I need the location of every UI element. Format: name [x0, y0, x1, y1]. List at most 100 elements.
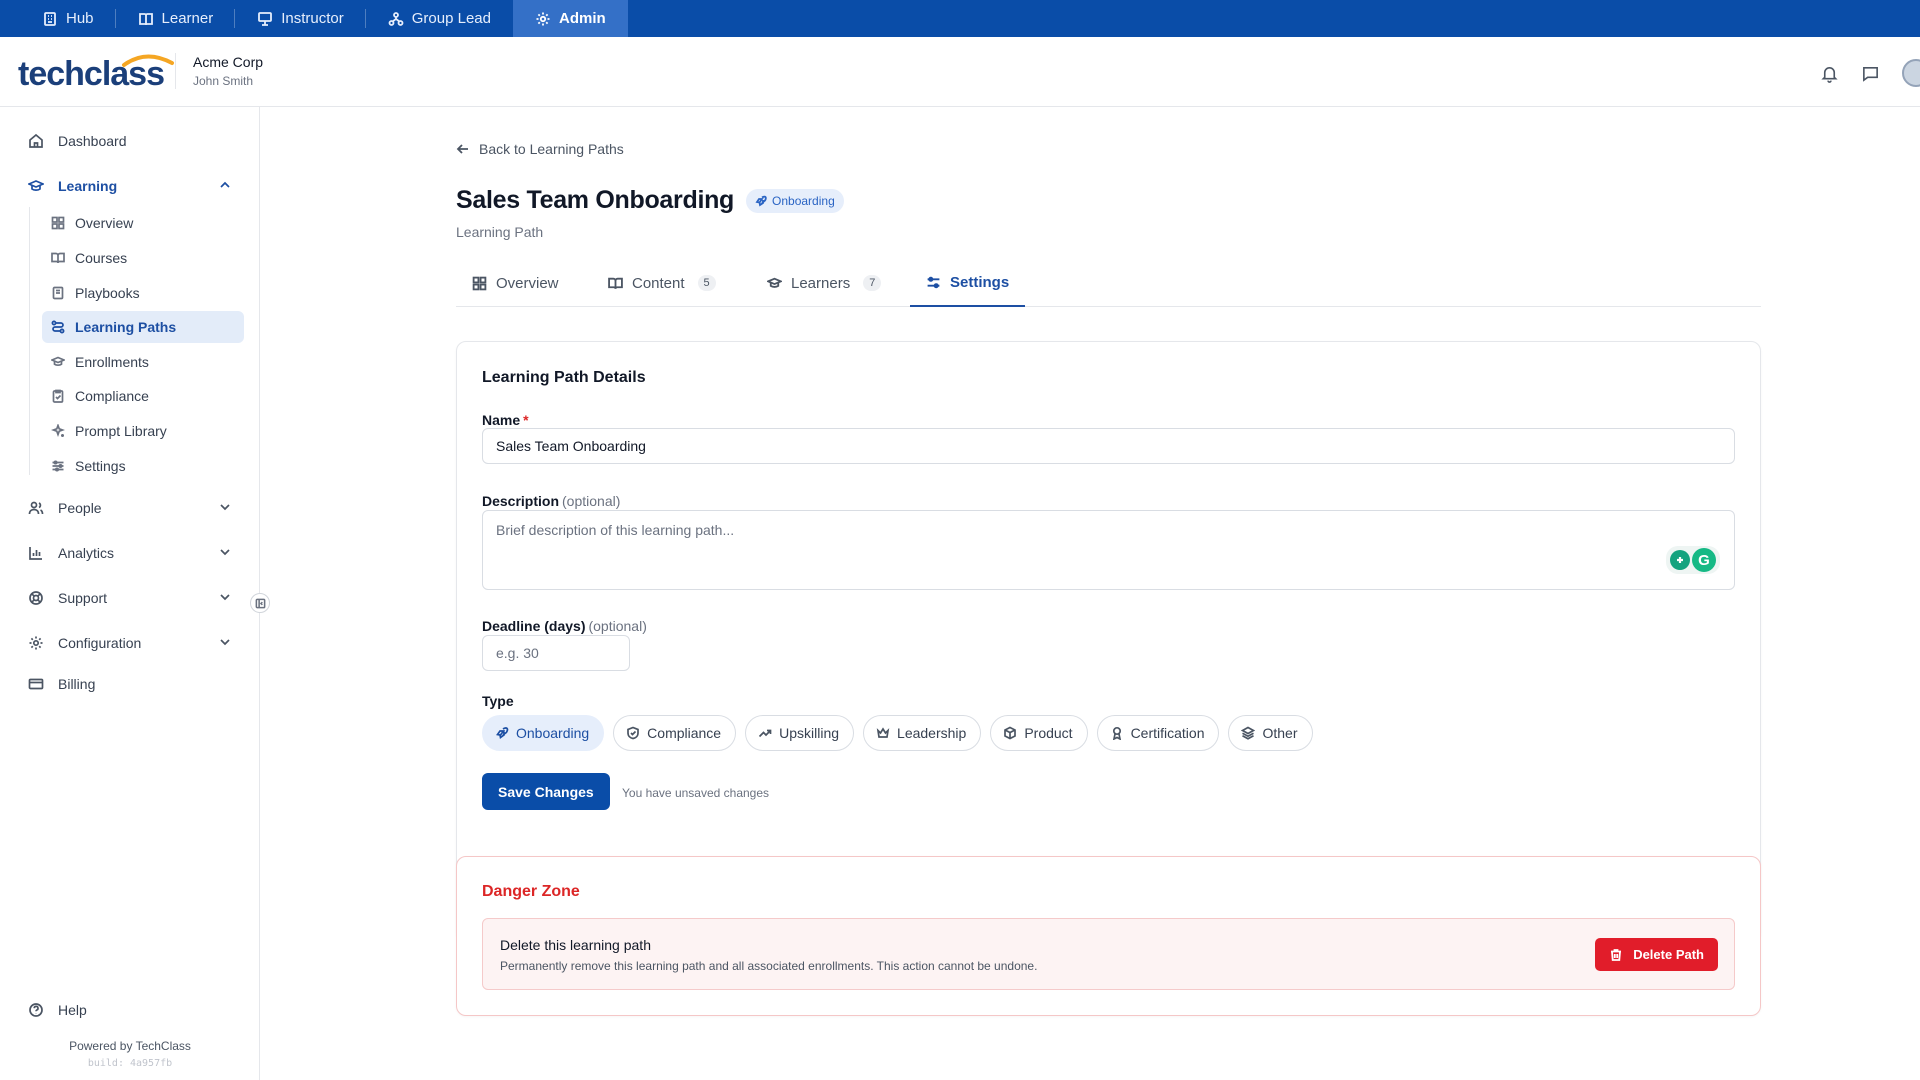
sidebar-item-label: Billing	[58, 676, 96, 692]
header-actions	[1820, 59, 1920, 87]
sidebar-subitem-courses[interactable]: Courses	[42, 242, 244, 274]
ai-suggest-icon[interactable]	[1670, 550, 1690, 570]
role-instructor[interactable]: Instructor	[235, 0, 366, 37]
tab-learners[interactable]: Learners 7	[751, 259, 897, 307]
role-group-lead-label: Group Lead	[411, 10, 491, 27]
sidebar-item-people[interactable]: People	[20, 492, 244, 524]
submenu-guide-line	[29, 207, 30, 475]
danger-zone-card: Danger Zone Delete this learning path Pe…	[456, 856, 1761, 1016]
chevron-up-icon	[220, 181, 230, 188]
sparkles-icon	[51, 424, 65, 437]
sidebar-subitem-compliance[interactable]: Compliance	[42, 380, 244, 412]
deadline-input[interactable]	[482, 635, 630, 671]
role-group-lead[interactable]: Group Lead	[366, 0, 513, 37]
type-chip-upskilling[interactable]: Upskilling	[745, 715, 855, 751]
sidebar-item-label: Configuration	[58, 635, 142, 651]
help-label: Help	[58, 1002, 87, 1018]
building-icon	[44, 11, 56, 26]
sidebar-subitem-label: Courses	[75, 250, 128, 266]
tab-content[interactable]: Content 5	[592, 259, 732, 307]
sidebar-subitem-enrollments[interactable]: Enrollments	[42, 346, 244, 378]
tab-label: Overview	[496, 274, 559, 292]
layers-icon	[1241, 726, 1256, 740]
type-chip-label: Leadership	[897, 725, 967, 741]
message-icon[interactable]	[1861, 64, 1880, 83]
sidebar-subitem-learning-paths[interactable]: Learning Paths	[42, 311, 244, 343]
settings-gear-icon	[29, 636, 43, 650]
type-chip-onboarding[interactable]: Onboarding	[482, 715, 605, 751]
help-circle-icon	[29, 1003, 43, 1017]
sidebar-item-label: People	[58, 500, 102, 516]
sidebar-subitem-prompt-library[interactable]: Prompt Library	[42, 415, 244, 447]
credit-card-icon	[28, 678, 44, 690]
bell-icon[interactable]	[1820, 64, 1839, 83]
delete-heading: Delete this learning path	[500, 937, 651, 953]
sidebar-subitem-label: Enrollments	[75, 354, 149, 370]
book-open-icon	[608, 277, 623, 289]
type-chip-label: Certification	[1130, 725, 1205, 741]
role-admin[interactable]: Admin	[513, 0, 628, 37]
role-learner[interactable]: Learner	[116, 0, 236, 37]
tab-count-badge: 5	[697, 275, 716, 291]
sidebar-collapse-button[interactable]	[250, 593, 270, 613]
back-link[interactable]: Back to Learning Paths	[456, 141, 624, 157]
role-hub[interactable]: Hub	[20, 0, 116, 37]
tab-label: Content	[632, 274, 685, 292]
page-subtitle: Learning Path	[456, 224, 544, 240]
type-chip-product[interactable]: Product	[990, 715, 1088, 751]
type-chip-label: Product	[1024, 725, 1073, 741]
sidebar-item-configuration[interactable]: Configuration	[20, 627, 244, 659]
sidebar-subitem-settings[interactable]: Settings	[42, 450, 244, 482]
bar-chart-icon	[29, 547, 42, 560]
title-row: Sales Team Onboarding Onboarding	[456, 186, 844, 215]
type-badge: Onboarding	[746, 188, 844, 213]
avatar[interactable]	[1902, 59, 1920, 87]
org-switcher[interactable]: Acme Corp John Smith	[193, 54, 263, 88]
type-chip-label: Upskilling	[779, 725, 840, 741]
chevron-down-icon	[220, 639, 230, 646]
sidebar-subitem-playbooks[interactable]: Playbooks	[42, 277, 244, 309]
name-input[interactable]	[482, 428, 1735, 464]
sidebar-item-learning[interactable]: Learning	[20, 170, 244, 202]
chevron-down-icon	[220, 549, 230, 556]
delete-path-button[interactable]: Delete Path	[1595, 938, 1718, 971]
rocket-icon	[496, 727, 509, 739]
sidebar-item-label: Dashboard	[58, 133, 127, 149]
type-chip-certification[interactable]: Certification	[1096, 715, 1220, 751]
back-link-label: Back to Learning Paths	[479, 141, 624, 157]
lifebuoy-icon	[29, 591, 43, 605]
arrow-left-icon	[456, 144, 468, 154]
type-chip-other[interactable]: Other	[1228, 715, 1313, 751]
writing-assistant-widget[interactable]: G	[1666, 546, 1720, 574]
graduation-cap-icon	[28, 180, 44, 191]
tab-settings[interactable]: Settings	[910, 259, 1026, 307]
sidebar-item-analytics[interactable]: Analytics	[20, 537, 244, 569]
tab-bar: Overview Content 5 Learners 7 Settings	[456, 259, 1761, 307]
shield-check-icon	[627, 726, 640, 740]
save-changes-button[interactable]: Save Changes	[482, 773, 610, 810]
sidebar-item-dashboard[interactable]: Dashboard	[20, 125, 244, 157]
users-icon	[28, 501, 44, 515]
sidebar-item-label: Learning	[58, 178, 118, 194]
tab-overview[interactable]: Overview	[456, 259, 575, 307]
sidebar-subitem-overview[interactable]: Overview	[42, 207, 244, 239]
panel-collapse-icon	[255, 598, 265, 608]
grammarly-icon[interactable]: G	[1692, 548, 1716, 572]
rocket-icon	[755, 195, 767, 206]
sidebar-item-support[interactable]: Support	[20, 582, 244, 614]
description-textarea[interactable]	[482, 510, 1735, 590]
group-icon	[388, 11, 404, 26]
type-label: Type	[482, 693, 514, 709]
techclass-logo[interactable]: techclass	[18, 51, 174, 93]
help-link[interactable]: Help	[28, 1002, 87, 1018]
type-chip-compliance[interactable]: Compliance	[613, 715, 737, 751]
sliders-icon	[927, 276, 940, 288]
tab-label: Settings	[950, 273, 1010, 291]
danger-zone-title: Danger Zone	[482, 883, 580, 900]
sidebar-subitem-label: Compliance	[75, 388, 149, 404]
deadline-label-text: Deadline (days)	[482, 618, 586, 634]
trash-icon	[1611, 948, 1622, 961]
optional-marker: (optional)	[562, 493, 621, 509]
type-chip-leadership[interactable]: Leadership	[863, 715, 982, 751]
sidebar-item-billing[interactable]: Billing	[20, 668, 244, 700]
